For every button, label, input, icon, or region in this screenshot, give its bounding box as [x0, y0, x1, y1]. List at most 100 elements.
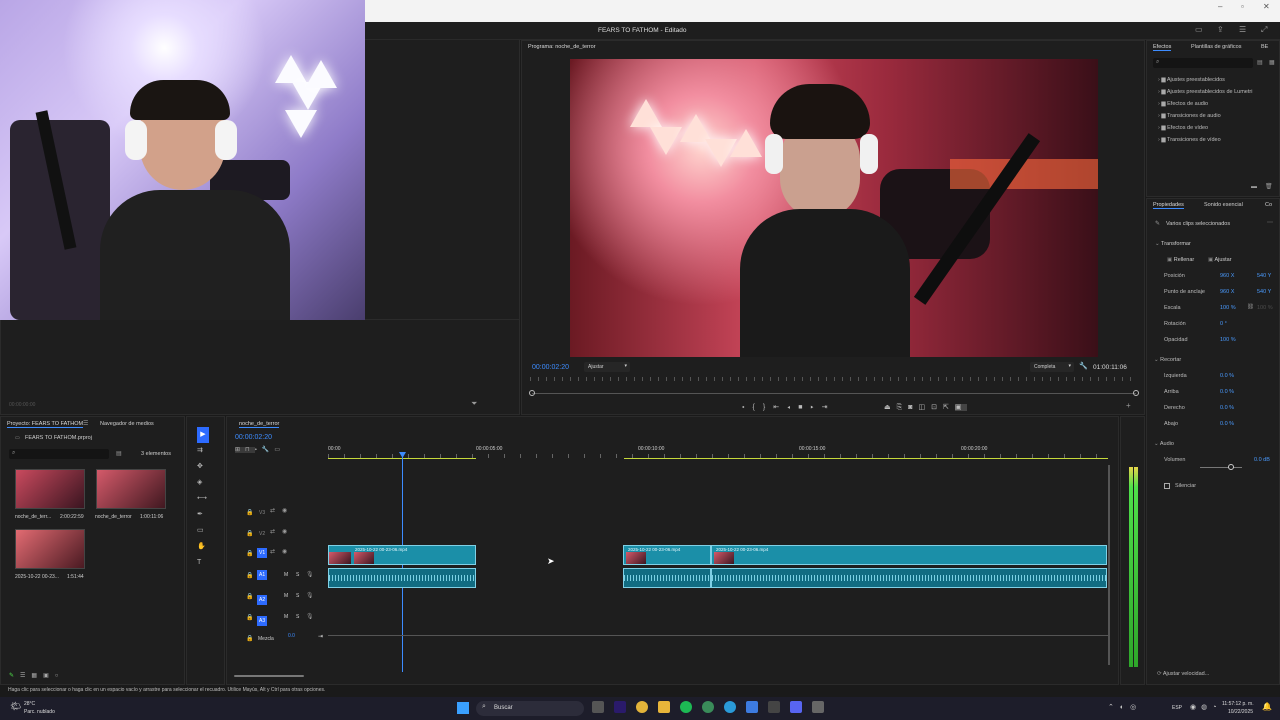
- scale-value[interactable]: 100 %: [1220, 305, 1236, 311]
- sync-icon[interactable]: ⇄: [270, 548, 275, 556]
- timeline-ruler[interactable]: 00:00 00:00:05:00 00:00:10:00 00:00:15:0…: [328, 443, 1108, 461]
- menu-icon[interactable]: ☰: [1239, 26, 1246, 34]
- discord-icon[interactable]: [790, 701, 802, 713]
- mix-value[interactable]: 0.0: [288, 633, 295, 639]
- anchor-x-value[interactable]: 960 X: [1220, 289, 1234, 295]
- fit-dropdown[interactable]: Ajustar ▾: [584, 362, 630, 372]
- list-view-icon[interactable]: ☰: [20, 673, 31, 679]
- effects-item[interactable]: › ▆ Efectos de audio: [1158, 101, 1208, 107]
- new-folder-icon[interactable]: ▬: [1251, 183, 1257, 191]
- freeform-view-icon[interactable]: ▣: [43, 673, 55, 679]
- settings-icon[interactable]: 🔧: [262, 447, 274, 453]
- mute-checkbox[interactable]: [1164, 483, 1170, 489]
- notifications-icon[interactable]: 🔔: [1262, 702, 1272, 711]
- link-icon[interactable]: ⛓: [1247, 304, 1254, 310]
- delete-icon[interactable]: 🗑: [1265, 183, 1273, 191]
- windows-start-icon[interactable]: [457, 702, 469, 714]
- snap-icon[interactable]: ⊞: [235, 447, 246, 453]
- captions-icon[interactable]: ▭: [274, 447, 285, 453]
- work-area-bar[interactable]: [624, 458, 1108, 459]
- spotify-icon[interactable]: [680, 701, 692, 713]
- chrome-icon[interactable]: [636, 701, 648, 713]
- program-scrubber[interactable]: [532, 393, 1136, 394]
- fullscreen-icon[interactable]: ⤢: [1261, 26, 1267, 34]
- explorer-icon[interactable]: [658, 701, 670, 713]
- tab-co[interactable]: Co: [1265, 202, 1272, 208]
- program-timecode[interactable]: 00:00:02:20: [532, 364, 569, 371]
- microphone-icon[interactable]: 🎙: [306, 592, 314, 600]
- eye-icon[interactable]: ◉: [282, 528, 287, 536]
- microphone-icon[interactable]: 🎙: [306, 571, 314, 579]
- zoom-slider-icon[interactable]: ○: [55, 673, 65, 679]
- language-indicator[interactable]: ESP: [1172, 705, 1182, 711]
- store-icon[interactable]: [768, 701, 780, 713]
- solo-toggle[interactable]: S: [296, 572, 299, 578]
- share-icon[interactable]: ⇪: [1217, 26, 1224, 34]
- sync-icon[interactable]: ⇄: [270, 528, 275, 536]
- speed-button[interactable]: ⟳ Ajustar velocidad...: [1157, 671, 1209, 677]
- mix-end-icon[interactable]: ⇥: [318, 633, 323, 640]
- mark-in-icon[interactable]: {: [753, 404, 763, 411]
- tab-effects[interactable]: Efectos: [1153, 44, 1172, 51]
- tab-media-browser[interactable]: Navegador de medios: [100, 421, 154, 427]
- bin-icon[interactable]: ▤: [116, 450, 122, 458]
- browser-icon[interactable]: [746, 701, 758, 713]
- section-crop[interactable]: ⌄ Recortar: [1154, 357, 1181, 363]
- icon-view-icon[interactable]: ▦: [31, 673, 43, 679]
- linked-icon[interactable]: ⊓: [245, 447, 255, 453]
- eye-icon[interactable]: ◉: [282, 548, 287, 556]
- mute-toggle[interactable]: M: [284, 593, 288, 599]
- rectangle-icon[interactable]: ▭: [197, 523, 209, 539]
- project-thumb[interactable]: [15, 529, 85, 569]
- crop-bottom-value[interactable]: 0.0 %: [1220, 421, 1234, 427]
- filter-icon[interactable]: ⏷: [471, 400, 477, 408]
- track-select-icon[interactable]: ⇉: [197, 443, 209, 459]
- track-header-mix[interactable]: 🔒 Mezcla 0.0 ⇥: [228, 632, 328, 650]
- type-icon[interactable]: T: [197, 555, 209, 571]
- solo-toggle[interactable]: S: [296, 614, 299, 620]
- timeline-tab[interactable]: noche_de_terror: [239, 421, 280, 428]
- eye-icon[interactable]: ◉: [282, 507, 287, 515]
- crop-right-value[interactable]: 0.0 %: [1220, 405, 1234, 411]
- section-audio[interactable]: ⌄ Audio: [1154, 441, 1174, 447]
- audio-clip[interactable]: [711, 568, 1107, 588]
- anchor-y-value[interactable]: 540 Y: [1257, 289, 1271, 295]
- sync-icon[interactable]: ⇄: [270, 507, 275, 515]
- track-header-v2[interactable]: 🔒 V2 ⇄ ◉: [228, 527, 328, 545]
- effects-item[interactable]: › ▆ Ajustes preestablecidos: [1158, 77, 1225, 83]
- section-transform[interactable]: ⌄ Transformar: [1155, 241, 1191, 247]
- minimize-icon[interactable]: –: [1218, 2, 1222, 11]
- volume-slider[interactable]: [1200, 467, 1242, 468]
- wrench-icon[interactable]: 🔧: [1079, 363, 1088, 371]
- program-ruler[interactable]: [530, 377, 1136, 381]
- volume-slider-handle[interactable]: [1228, 464, 1234, 470]
- close-icon[interactable]: ✕: [1263, 2, 1270, 11]
- crop-top-value[interactable]: 0.0 %: [1220, 389, 1234, 395]
- mute-toggle[interactable]: M: [284, 572, 288, 578]
- tab-properties[interactable]: Propiedades: [1153, 202, 1184, 209]
- effects-item[interactable]: › ▆ Efectos de vídeo: [1158, 125, 1208, 131]
- program-tab[interactable]: Programa: noche_de_terror: [528, 44, 596, 50]
- timeline-vertical-scrollbar[interactable]: [1108, 465, 1110, 665]
- task-view-icon[interactable]: [592, 701, 604, 713]
- timeline-horizontal-scrollbar[interactable]: [234, 675, 304, 677]
- extract-icon[interactable]: ⎘: [897, 404, 909, 411]
- selection-tool-icon[interactable]: ▶: [197, 427, 209, 443]
- fit-option[interactable]: ▣ Ajustar: [1208, 257, 1232, 263]
- lock-icon[interactable]: 🔒: [246, 593, 253, 601]
- workspace-icon[interactable]: ▭: [1195, 26, 1203, 34]
- pen-tool-icon[interactable]: ✒: [197, 507, 209, 523]
- effects-search-input[interactable]: ⌕: [1153, 58, 1253, 68]
- marker-icon[interactable]: ⬩: [742, 404, 753, 411]
- hand-icon[interactable]: ✋: [197, 539, 209, 555]
- lift-icon[interactable]: ⏏: [884, 404, 897, 411]
- tab-be[interactable]: BE: [1261, 44, 1268, 50]
- project-thumb[interactable]: [96, 469, 166, 509]
- maximize-icon[interactable]: ▫: [1241, 2, 1244, 11]
- audio-clip[interactable]: [328, 568, 476, 588]
- stop-icon[interactable]: ■: [798, 404, 810, 411]
- video-clip[interactable]: 2025-10-22 00-23-06.mp4: [711, 545, 1107, 565]
- project-thumb[interactable]: [15, 469, 85, 509]
- media-icon[interactable]: [812, 701, 824, 713]
- tab-project[interactable]: Proyecto: FEARS TO FATHOM: [7, 421, 84, 428]
